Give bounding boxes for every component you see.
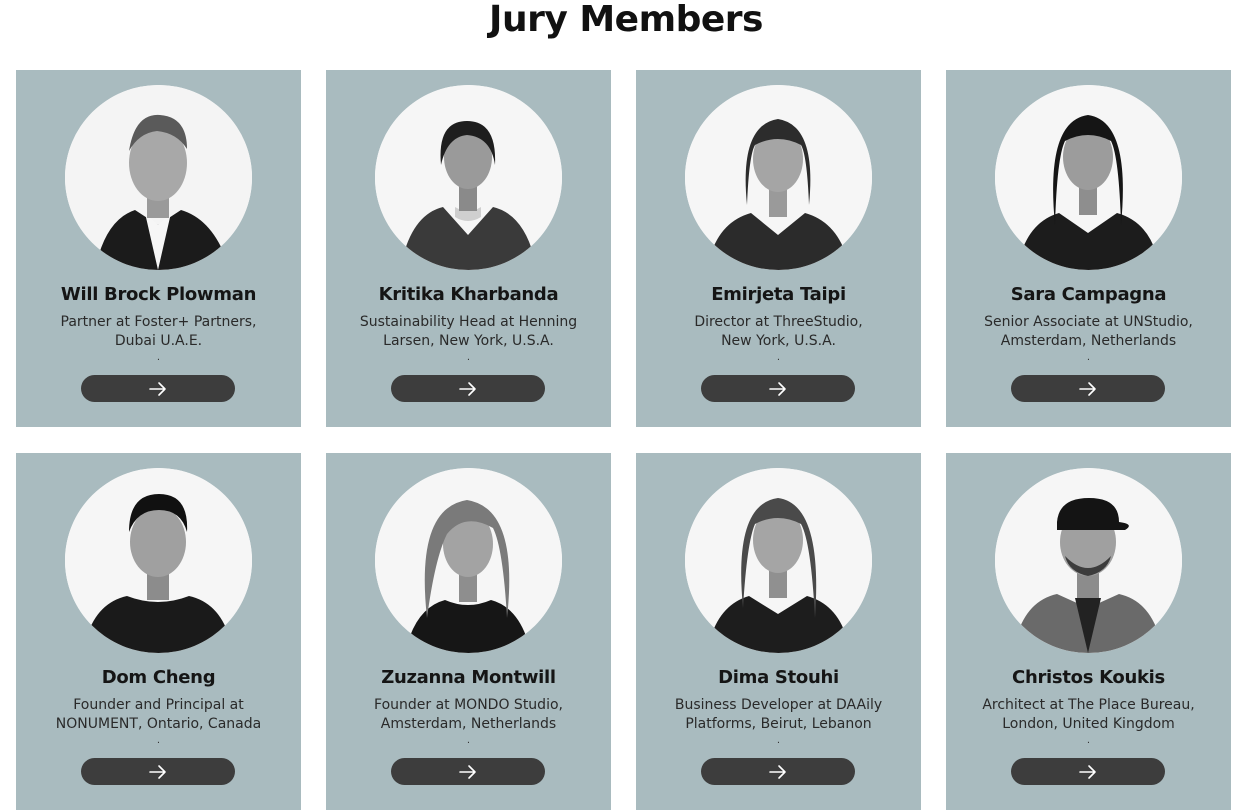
jury-grid: Will Brock Plowman Partner at Foster+ Pa… [16, 70, 1236, 810]
arrow-right-icon [149, 764, 166, 779]
avatar [375, 468, 562, 653]
jury-role-line: Platforms, Beirut, Lebanon [685, 716, 872, 732]
jury-role-line: Business Developer at DAAily [674, 697, 883, 713]
jury-card: Zuzanna Montwill Founder at MONDO Studio… [326, 453, 611, 810]
view-profile-button[interactable] [81, 375, 235, 402]
avatar [995, 85, 1182, 270]
jury-role: Founder and Principal at NONUMENT, Ontar… [26, 696, 291, 734]
jury-role-line: London, United Kingdom [1002, 716, 1175, 732]
jury-role: Founder at MONDO Studio, Amsterdam, Neth… [336, 696, 601, 734]
jury-role-line: Amsterdam, Netherlands [380, 716, 557, 732]
jury-name: Sara Campagna [1010, 284, 1167, 305]
separator-dot: . [1086, 735, 1091, 746]
jury-name: Zuzanna Montwill [381, 667, 556, 688]
page-title: Jury Members [489, 0, 763, 40]
avatar [65, 85, 252, 270]
arrow-right-icon [149, 381, 166, 396]
jury-role: Partner at Foster+ Partners, Dubai U.A.E… [26, 313, 291, 351]
jury-name: Dom Cheng [101, 667, 216, 688]
jury-role-line: Sustainability Head at Henning [359, 314, 578, 330]
jury-role: Architect at The Place Bureau, London, U… [956, 696, 1221, 734]
avatar [65, 468, 252, 653]
separator-dot: . [466, 352, 471, 363]
jury-name: Kritika Kharbanda [378, 284, 559, 305]
jury-role: Sustainability Head at Henning Larsen, N… [336, 313, 601, 351]
jury-card: Kritika Kharbanda Sustainability Head at… [326, 70, 611, 427]
jury-name: Will Brock Plowman [60, 284, 257, 305]
jury-role-line: Director at ThreeStudio, [694, 314, 863, 330]
arrow-right-icon [769, 381, 786, 396]
jury-role-line: New York, U.S.A. [721, 333, 836, 349]
view-profile-button[interactable] [81, 758, 235, 785]
jury-role-line: Senior Associate at UNStudio, [984, 314, 1193, 330]
arrow-right-icon [769, 764, 786, 779]
jury-role-line: Partner at Foster+ Partners, [60, 314, 257, 330]
jury-card: Will Brock Plowman Partner at Foster+ Pa… [16, 70, 301, 427]
arrow-right-icon [1079, 381, 1096, 396]
separator-dot: . [776, 352, 781, 363]
jury-role-line: Larsen, New York, U.S.A. [383, 333, 554, 349]
separator-dot: . [776, 735, 781, 746]
jury-card: Sara Campagna Senior Associate at UNStud… [946, 70, 1231, 427]
jury-card: Christos Koukis Architect at The Place B… [946, 453, 1231, 810]
jury-name: Christos Koukis [1012, 667, 1165, 688]
view-profile-button[interactable] [701, 375, 855, 402]
jury-role-line: Dubai U.A.E. [114, 333, 203, 349]
jury-role-line: Founder at MONDO Studio, [374, 697, 563, 713]
avatar [375, 85, 562, 270]
jury-role: Business Developer at DAAily Platforms, … [646, 696, 911, 734]
arrow-right-icon [459, 381, 476, 396]
jury-card: Emirjeta Taipi Director at ThreeStudio, … [636, 70, 921, 427]
arrow-right-icon [1079, 764, 1096, 779]
jury-role: Director at ThreeStudio, New York, U.S.A… [646, 313, 911, 351]
avatar [995, 468, 1182, 653]
view-profile-button[interactable] [1011, 758, 1165, 785]
jury-name: Emirjeta Taipi [711, 284, 846, 305]
arrow-right-icon [459, 764, 476, 779]
jury-role: Senior Associate at UNStudio, Amsterdam,… [956, 313, 1221, 351]
jury-card: Dima Stouhi Business Developer at DAAily… [636, 453, 921, 810]
separator-dot: . [156, 735, 161, 746]
jury-role-line: NONUMENT, Ontario, Canada [55, 716, 262, 732]
avatar [685, 468, 872, 653]
jury-role-line: Architect at The Place Bureau, [982, 697, 1195, 713]
avatar [685, 85, 872, 270]
view-profile-button[interactable] [391, 375, 545, 402]
separator-dot: . [156, 352, 161, 363]
separator-dot: . [466, 735, 471, 746]
jury-role-line: Founder and Principal at [73, 697, 244, 713]
view-profile-button[interactable] [391, 758, 545, 785]
jury-card: Dom Cheng Founder and Principal at NONUM… [16, 453, 301, 810]
jury-name: Dima Stouhi [718, 667, 839, 688]
jury-role-line: Amsterdam, Netherlands [1000, 333, 1177, 349]
separator-dot: . [1086, 352, 1091, 363]
view-profile-button[interactable] [1011, 375, 1165, 402]
view-profile-button[interactable] [701, 758, 855, 785]
